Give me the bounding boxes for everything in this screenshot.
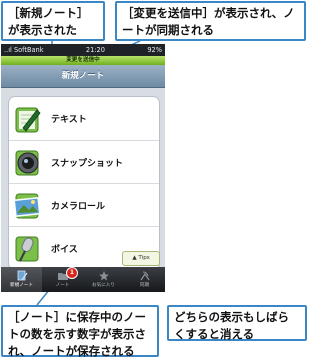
tab-new-note[interactable]: 新規ノート [1, 267, 42, 292]
notes-count-badge: 1 [66, 267, 78, 279]
callout-sending-changes: ［変更を送信中］が表示され、ノートが同期される [115, 1, 306, 41]
microphone-icon [13, 233, 43, 263]
callout-new-note-shown: ［新規ノート］が表示された [1, 1, 105, 41]
tab-label: 同期 [139, 283, 150, 288]
callout-note-count-saved: ［ノート］に保存中のノートの数を示す数字が表示され、ノートが保存される [1, 305, 159, 358]
tips-button[interactable]: ▲ Tips [122, 251, 160, 266]
pencil-note-icon [13, 104, 43, 134]
list-item-snapshot[interactable]: スナップショット [9, 140, 159, 183]
star-icon [97, 270, 111, 282]
list-item-label: カメラロール [51, 201, 106, 212]
list-item-label: テキスト [51, 115, 87, 125]
callout-both-disappear: どちらの表示もしばらくすると消える [167, 305, 307, 341]
phone-screen: ..ıl SoftBank 21:20 92% 変更を送信中 新規ノート テキス… [1, 44, 165, 292]
battery-label: 92% [147, 46, 162, 54]
tab-label: ノート [55, 283, 70, 288]
list-item-camera-roll[interactable]: カメラロール [9, 183, 159, 226]
photo-roll-icon [13, 190, 43, 220]
sync-satellite-icon [138, 270, 152, 282]
camera-lens-icon [13, 147, 43, 177]
tab-sync[interactable]: 同期 [124, 267, 165, 292]
tab-favorites[interactable]: お気に入り [83, 267, 124, 292]
tab-label: 新規ノート [10, 283, 33, 288]
nav-title: 新規ノート [1, 65, 165, 88]
carrier-label: ..ıl SoftBank [4, 46, 44, 54]
sync-banner: 変更を送信中 [1, 56, 165, 65]
list-item-text[interactable]: テキスト [9, 97, 159, 140]
list-item-label: スナップショット [51, 158, 124, 169]
list-item-label: ボイス [51, 244, 78, 255]
tab-bar: 新規ノート 1 ノート お気に入り 同期 [1, 267, 165, 292]
new-note-options-list: テキスト スナップショット カメラロール ボイス [8, 96, 160, 270]
status-bar: ..ıl SoftBank 21:20 92% [1, 44, 165, 56]
tab-notes[interactable]: 1 ノート [42, 267, 83, 292]
tab-label: お気に入り [92, 283, 115, 288]
new-note-icon [15, 270, 29, 282]
clock-label: 21:20 [85, 46, 105, 54]
